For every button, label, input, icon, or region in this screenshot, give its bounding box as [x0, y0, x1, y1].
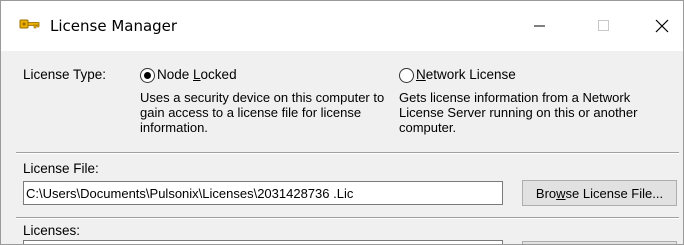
- window-title: License Manager: [50, 17, 178, 35]
- node-locked-radio[interactable]: [140, 68, 155, 83]
- licenses-label: Licenses:: [23, 223, 81, 238]
- separator-highlight: [16, 218, 679, 219]
- minimize-button[interactable]: [517, 1, 563, 51]
- licenses-list[interactable]: [23, 240, 503, 244]
- network-license-description: Gets license information from a Network …: [399, 90, 638, 135]
- license-type-label: License Type:: [23, 67, 107, 82]
- close-icon: [655, 19, 669, 33]
- close-button[interactable]: [639, 1, 683, 51]
- license-file-input[interactable]: C:\Users\Documents\Pulsonix\Licenses\203…: [23, 181, 503, 205]
- license-file-label: License File:: [23, 161, 99, 176]
- radio-selected-dot: [144, 72, 151, 79]
- maximize-button[interactable]: [581, 1, 627, 51]
- key-icon: [19, 15, 41, 33]
- separator-highlight: [16, 153, 679, 154]
- browse-license-file-button[interactable]: Bro w se License File...: [522, 180, 677, 206]
- node-locked-description: Uses a security device on this computer …: [140, 90, 385, 135]
- minimize-icon: [534, 25, 545, 27]
- licenses-action-button[interactable]: [522, 241, 677, 244]
- license-manager-window: License Manager License Type: Node Locke…: [0, 0, 684, 245]
- node-locked-label[interactable]: Node Locked: [157, 67, 237, 82]
- network-license-label[interactable]: Network License: [416, 67, 516, 82]
- title-bar[interactable]: License Manager: [1, 1, 683, 51]
- network-license-radio[interactable]: [399, 68, 414, 83]
- maximize-icon: [598, 20, 609, 31]
